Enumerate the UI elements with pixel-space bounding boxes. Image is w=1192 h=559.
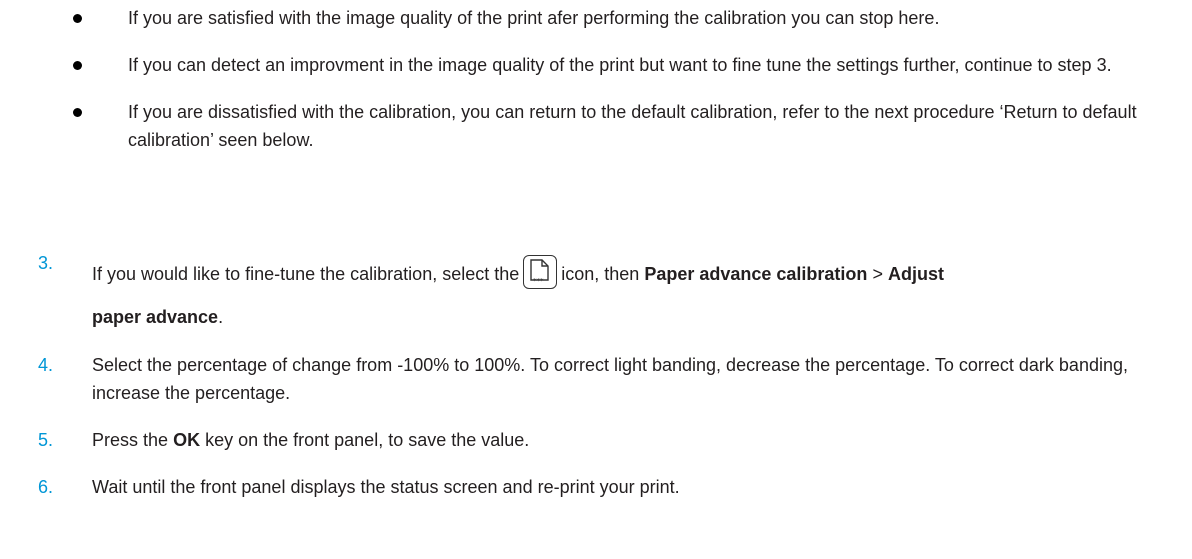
menu-paper-advance-calibration: Paper advance calibration	[644, 264, 868, 284]
menu-adjust-paper-advance-cont: paper advance	[92, 307, 219, 327]
ok-key-label: OK	[173, 430, 201, 450]
step-3-line-2: paper advance.	[92, 304, 1176, 330]
bullet-text: If you are dissatisfied with the calibra…	[128, 102, 1137, 150]
step-3-text-a: If you would like to fine-tune the calib…	[92, 264, 520, 284]
step-4-text: Select the percentage of change from -10…	[92, 355, 1128, 403]
step-3-end: .	[218, 307, 224, 327]
step-6-text: Wait until the front panel displays the …	[92, 477, 680, 497]
bullet-text: If you can detect an improvment in the i…	[128, 55, 1112, 75]
bullet-list: If you are satisfied with the image qual…	[72, 4, 1172, 173]
paper-settings-icon: ***	[523, 255, 558, 290]
bullet-item-fine-tune: If you can detect an improvment in the i…	[72, 51, 1172, 79]
step-3: 3. If you would like to fine-tune the ca…	[36, 252, 1176, 330]
step-5-text-b: key on the front panel, to save the valu…	[205, 430, 530, 450]
step-5-text-a: Press the	[92, 430, 169, 450]
menu-adjust-paper-advance: Adjust	[887, 264, 944, 284]
step-number: 5.	[38, 430, 54, 450]
step-3-line-1: If you would like to fine-tune the calib…	[92, 252, 1176, 296]
bullet-dot	[73, 14, 82, 23]
menu-separator: >	[872, 264, 883, 284]
step-4: 4. Select the percentage of change from …	[36, 351, 1176, 407]
step-number: 3.	[38, 253, 54, 273]
numbered-steps: 3. If you would like to fine-tune the ca…	[36, 252, 1176, 501]
step-6: 6. Wait until the front panel displays t…	[36, 473, 1176, 501]
bullet-item-dissatisfied: If you are dissatisfied with the calibra…	[72, 98, 1172, 154]
step-number: 4.	[38, 355, 54, 375]
step-number: 6.	[38, 477, 54, 497]
step-3-text-b: icon, then	[561, 264, 640, 284]
bullet-text: If you are satisfied with the image qual…	[128, 8, 940, 28]
bullet-dot	[73, 61, 82, 70]
bullet-item-satisfied: If you are satisfied with the image qual…	[72, 4, 1172, 32]
svg-text:***: ***	[533, 277, 544, 285]
step-5: 5. Press the OK key on the front panel, …	[36, 426, 1176, 454]
bullet-dot	[73, 108, 82, 117]
